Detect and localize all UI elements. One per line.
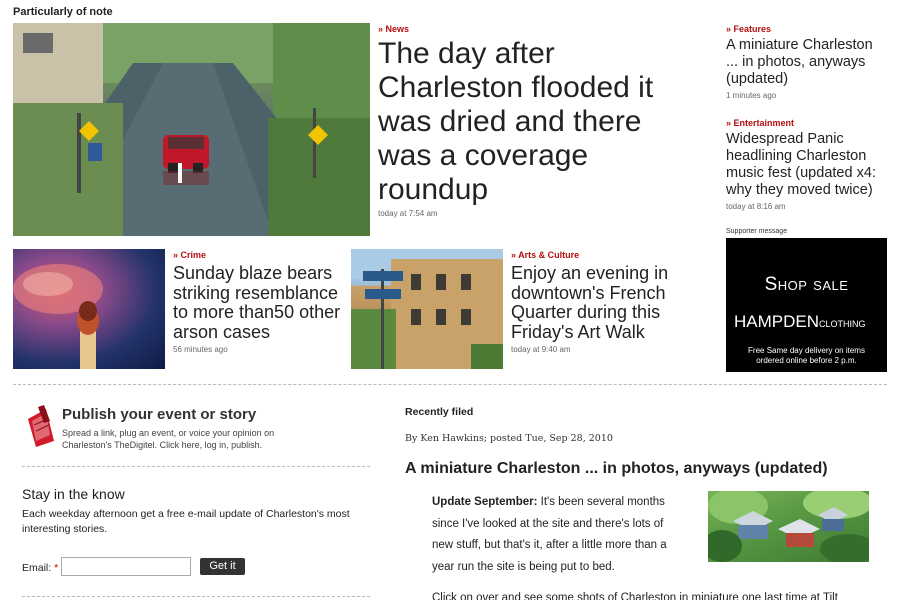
- lead-timestamp: today at 7:54 am: [378, 209, 438, 218]
- lead-headline-line: The day after: [378, 37, 555, 70]
- crime-headline-line: striking resemblance: [173, 282, 339, 303]
- article-body-text: It's been several months: [537, 496, 665, 508]
- pencil-icon[interactable]: [24, 405, 56, 449]
- entertainment-headline-line: headlining Charleston: [726, 148, 867, 164]
- publish-title[interactable]: Publish your event or story: [62, 406, 256, 423]
- recently-filed-title: Recently filed: [405, 406, 474, 418]
- features-headline[interactable]: A miniature Charleston ... in photos, an…: [726, 37, 886, 88]
- update-label: Update September:: [432, 496, 538, 508]
- section-title: Particularly of note: [13, 6, 113, 18]
- arts-headline-line: Friday's Art Walk: [511, 321, 645, 342]
- article-headline[interactable]: A miniature Charleston ... in photos, an…: [405, 460, 828, 478]
- ad-note-line: Free Same day delivery on items: [748, 346, 865, 355]
- flooded-street-illustration: [13, 23, 370, 236]
- crime-headline-line: to more than50 other: [173, 302, 341, 322]
- arts-timestamp: today at 9:40 am: [511, 345, 571, 354]
- entertainment-timestamp: today at 8:16 am: [726, 202, 786, 211]
- hampden-ad[interactable]: Shop sale HAMPDENCLOTHING Free Same day …: [726, 238, 887, 372]
- article-body: Update September: It's been several mont…: [432, 492, 697, 578]
- publish-description-line: Spread a link, plug an event, or voice y…: [62, 428, 275, 438]
- entertainment-headline-line: Widespread Panic: [726, 131, 844, 147]
- email-input[interactable]: [61, 557, 191, 576]
- ad-brand-name: HAMPDEN: [734, 312, 820, 331]
- features-headline-line: ... in photos, anyways: [726, 54, 866, 70]
- entertainment-headline[interactable]: Widespread Panic headlining Charleston m…: [726, 131, 891, 199]
- article-body-line: since I've looked at the site and there'…: [432, 517, 664, 530]
- features-kicker[interactable]: Features: [726, 24, 772, 34]
- features-timestamp: 1 minutes ago: [726, 91, 777, 100]
- arts-headline-line: Quarter during this: [511, 302, 661, 322]
- features-headline-line: (updated): [726, 71, 789, 87]
- newsletter-title: Stay in the know: [22, 486, 125, 502]
- ad-brand-suffix: CLOTHING: [819, 319, 866, 329]
- lead-headline-line: roundup: [378, 173, 489, 206]
- publish-description[interactable]: Spread a link, plug an event, or voice y…: [62, 427, 312, 451]
- ad-note-line: ordered online before 2 p.m.: [756, 356, 857, 365]
- required-mark: *: [54, 562, 59, 574]
- arts-kicker[interactable]: Arts & Culture: [511, 250, 579, 260]
- crime-headline-line: Sunday blaze bears: [173, 263, 333, 283]
- flooded-street-photo[interactable]: [13, 23, 370, 236]
- burning-match-illustration: [13, 264, 103, 369]
- newsletter-description: Each weekday afternoon get a free e-mail…: [22, 507, 367, 537]
- crime-timestamp: 56 minutes ago: [173, 345, 228, 354]
- entertainment-headline-line: why they moved twice): [726, 182, 873, 198]
- arts-headline-line: downtown's French: [511, 282, 666, 303]
- article-body-line: Update September: It's been several mont…: [432, 492, 697, 514]
- section-divider: [13, 384, 887, 385]
- arts-headline-line: Enjoy an evening in: [511, 263, 669, 283]
- arts-headline[interactable]: Enjoy an evening in downtown's French Qu…: [511, 263, 696, 342]
- burning-match-photo[interactable]: [13, 249, 165, 369]
- article-body-line: year run the site is being put to bed.: [432, 560, 615, 573]
- left-divider: [22, 466, 370, 467]
- french-quarter-photo[interactable]: [351, 249, 503, 369]
- publish-description-line: Charleston's TheDigitel. Click here, log…: [62, 440, 263, 450]
- ad-headline: Shop sale: [764, 274, 849, 295]
- lead-headline-line: was a coverage: [378, 139, 589, 172]
- lead-headline-line: Charleston flooded it: [378, 71, 654, 104]
- newsletter-description-line: Each weekday afternoon get a free e-mail…: [22, 508, 350, 520]
- lead-kicker[interactable]: News: [378, 24, 410, 34]
- entertainment-headline-line: music fest (updated x4:: [726, 165, 876, 181]
- left-divider-bottom: [22, 596, 370, 597]
- article-byline: By Ken Hawkins; posted Tue, Sep 28, 2010: [405, 433, 613, 444]
- entertainment-kicker[interactable]: Entertainment: [726, 118, 795, 128]
- article-body-line: new stuff, but that's it, after a little…: [432, 539, 667, 551]
- email-label-text: Email:: [22, 562, 52, 574]
- crime-headline[interactable]: Sunday blaze bears striking resemblance …: [173, 263, 348, 342]
- miniature-town-illustration: [708, 491, 869, 562]
- ad-brand: HAMPDENCLOTHING: [734, 312, 866, 332]
- lead-headline-line: was dried and there: [378, 105, 642, 138]
- pencil-icon-graphic: [28, 405, 54, 447]
- street-scene-illustration: [351, 249, 503, 369]
- features-headline-line: A miniature Charleston: [726, 37, 873, 53]
- supporter-label: Supporter message: [726, 228, 788, 235]
- crime-headline-line: arson cases: [173, 321, 271, 342]
- ad-note: Free Same day delivery on items ordered …: [726, 346, 887, 366]
- miniature-charleston-photo[interactable]: [708, 491, 869, 562]
- newsletter-description-line: interesting stories.: [22, 523, 108, 535]
- article-next-line: Click on over and see some shots of Char…: [432, 592, 838, 600]
- email-label: Email: *: [22, 562, 58, 574]
- lead-headline[interactable]: The day after Charleston flooded it was …: [378, 37, 708, 207]
- get-it-button[interactable]: Get it: [200, 558, 245, 575]
- crime-kicker[interactable]: Crime: [173, 250, 207, 260]
